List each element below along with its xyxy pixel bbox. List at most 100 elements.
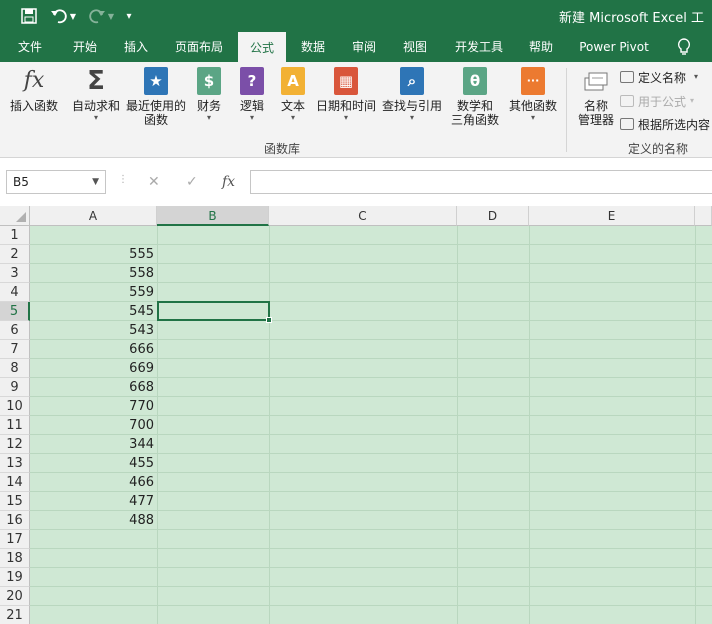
cell-a9[interactable]: 668: [31, 378, 156, 397]
cell-a2[interactable]: 555: [31, 245, 156, 264]
row-header[interactable]: 18: [0, 549, 30, 568]
logical-button[interactable]: ? 逻辑 ▾: [234, 66, 270, 123]
math-trig-button[interactable]: θ 数学和 三角函数: [444, 66, 506, 127]
selected-cell-b5[interactable]: [157, 301, 272, 323]
row-header[interactable]: 6: [0, 321, 30, 340]
cell-a14[interactable]: 466: [31, 473, 156, 492]
row-header[interactable]: 4: [0, 283, 30, 302]
row-header[interactable]: 3: [0, 264, 30, 283]
question-book-icon: ?: [238, 66, 266, 96]
tab-page-layout[interactable]: 页面布局: [166, 32, 232, 62]
save-icon[interactable]: [18, 5, 40, 27]
formula-bar: B5 ▼ ⋮ ✕ ✓ fx: [0, 158, 712, 206]
coins-book-icon: $: [195, 66, 223, 96]
formula-input[interactable]: [250, 170, 712, 194]
row-header[interactable]: 19: [0, 568, 30, 587]
column-header-e[interactable]: E: [529, 206, 695, 226]
cell-a12[interactable]: 344: [31, 435, 156, 454]
tab-home[interactable]: 开始: [60, 32, 110, 62]
row-header[interactable]: 8: [0, 359, 30, 378]
cell-a3[interactable]: 558: [31, 264, 156, 283]
row-header[interactable]: 9: [0, 378, 30, 397]
more-functions-button[interactable]: ··· 其他函数 ▾: [506, 66, 560, 123]
row-header[interactable]: 11: [0, 416, 30, 435]
gridline: [30, 548, 712, 549]
tab-power-pivot[interactable]: Power Pivot: [572, 32, 656, 62]
row-header[interactable]: 20: [0, 587, 30, 606]
tab-developer[interactable]: 开发工具: [446, 32, 512, 62]
row-header[interactable]: 5: [0, 302, 30, 321]
chevron-down-icon[interactable]: ▼: [92, 171, 99, 193]
cell-a13[interactable]: 455: [31, 454, 156, 473]
fx-icon: fx: [23, 68, 45, 93]
row-header[interactable]: 17: [0, 530, 30, 549]
tab-insert[interactable]: 插入: [112, 32, 160, 62]
name-manager-label-2: 管理器: [577, 113, 614, 127]
define-name-button[interactable]: 定义名称 ▾: [620, 68, 698, 86]
tab-help[interactable]: 帮助: [518, 32, 564, 62]
cell-a10[interactable]: 770: [31, 397, 156, 416]
row-header[interactable]: 15: [0, 492, 30, 511]
column-header-c[interactable]: C: [269, 206, 457, 226]
cell-a6[interactable]: 543: [31, 321, 156, 340]
chevron-down-icon: ▾: [206, 113, 211, 122]
lookup-label: 查找与引用: [381, 99, 442, 113]
tab-view[interactable]: 视图: [392, 32, 438, 62]
column-header-f[interactable]: [695, 206, 712, 226]
cell-a5[interactable]: 545: [31, 302, 156, 321]
cell-a4[interactable]: 559: [31, 283, 156, 302]
recent-functions-button[interactable]: ★ 最近使用的 函数: [124, 66, 188, 127]
use-in-formula-button[interactable]: 用于公式 ▾: [620, 92, 694, 110]
name-manager-button[interactable]: 名称 管理器: [574, 66, 618, 127]
autosum-label: 自动求和: [71, 99, 120, 113]
row-header[interactable]: 10: [0, 397, 30, 416]
text-label: 文本: [280, 99, 305, 113]
column-header-b[interactable]: B: [157, 206, 269, 226]
column-header-d[interactable]: D: [457, 206, 529, 226]
financial-button[interactable]: $ 财务 ▾: [190, 66, 228, 123]
recent-label-1: 最近使用的: [125, 99, 186, 113]
tab-file[interactable]: 文件: [6, 32, 54, 62]
cell-a15[interactable]: 477: [31, 492, 156, 511]
redo-icon[interactable]: ▼: [86, 5, 116, 27]
autosum-button[interactable]: Σ 自动求和 ▾: [70, 66, 122, 123]
cancel-icon[interactable]: ✕: [148, 174, 160, 190]
row-header[interactable]: 16: [0, 511, 30, 530]
name-box[interactable]: B5 ▼: [6, 170, 106, 194]
sigma-icon: Σ: [87, 66, 105, 96]
row-header[interactable]: 12: [0, 435, 30, 454]
customize-qat-icon[interactable]: ▾: [122, 5, 136, 27]
select-all-button[interactable]: [0, 206, 30, 226]
insert-function-button[interactable]: fx 插入函数: [6, 66, 62, 114]
row-header[interactable]: 21: [0, 606, 30, 624]
fill-handle[interactable]: [266, 317, 272, 323]
cell-a8[interactable]: 669: [31, 359, 156, 378]
enter-icon[interactable]: ✓: [186, 174, 198, 190]
row-header[interactable]: 7: [0, 340, 30, 359]
row-header[interactable]: 13: [0, 454, 30, 473]
lightbulb-icon[interactable]: [670, 32, 698, 62]
tab-formulas[interactable]: 公式: [238, 32, 286, 62]
formula-icon: [620, 95, 634, 107]
worksheet-grid[interactable]: A B C D E 1 2 555 3 558 4 559 5 545 6 543 7 666 8 669 9…: [0, 206, 712, 624]
row-header[interactable]: 1: [0, 226, 30, 245]
math-label-1: 数学和: [456, 99, 493, 113]
cell-a16[interactable]: 488: [31, 511, 156, 530]
column-header-a[interactable]: A: [30, 206, 157, 226]
insert-function-icon[interactable]: fx: [222, 174, 235, 190]
cell-a7[interactable]: 666: [31, 340, 156, 359]
tab-review[interactable]: 审阅: [340, 32, 388, 62]
text-button[interactable]: A 文本 ▾: [276, 66, 310, 123]
row-header[interactable]: 14: [0, 473, 30, 492]
cell-a11[interactable]: 700: [31, 416, 156, 435]
row-header[interactable]: 2: [0, 245, 30, 264]
tab-data[interactable]: 数据: [290, 32, 336, 62]
chevron-down-icon: ▾: [690, 96, 695, 105]
title-bar: ▼ ▼ ▾ 新建 Microsoft Excel 工: [0, 0, 712, 32]
more-label: 其他函数: [508, 99, 557, 113]
chevron-down-icon: ▾: [290, 113, 295, 122]
create-from-selection-button[interactable]: 根据所选内容: [620, 115, 710, 133]
datetime-button[interactable]: ▦ 日期和时间 ▾: [314, 66, 378, 123]
undo-icon[interactable]: ▼: [48, 5, 78, 27]
lookup-button[interactable]: ⌕ 查找与引用 ▾: [380, 66, 444, 123]
